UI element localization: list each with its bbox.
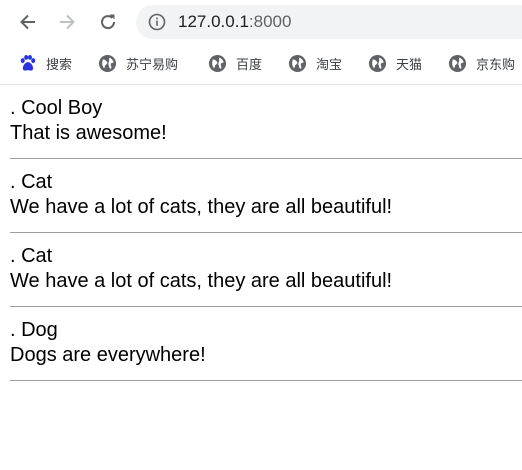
bookmark-baidu[interactable]: 百度: [208, 52, 262, 74]
post-title: . Cat: [10, 171, 53, 193]
back-arrow-icon: [20, 14, 35, 30]
globe-icon: [288, 54, 307, 72]
post-title: . Cat: [10, 245, 53, 267]
globe-icon: [448, 54, 467, 72]
info-icon[interactable]: [148, 13, 166, 31]
bookmark-taobao[interactable]: 淘宝: [288, 52, 342, 74]
post-title: . Cool Boy: [10, 97, 103, 119]
post-item: . Dog Dogs are everywhere!: [10, 307, 522, 381]
url-host: 127.0.0.1: [178, 12, 249, 31]
bookmark-label: 百度: [236, 57, 263, 73]
address-bar[interactable]: 127.0.0.1:8000: [136, 5, 522, 39]
back-button[interactable]: [16, 10, 40, 34]
bookmark-jd[interactable]: 京东购: [448, 52, 515, 74]
post-item: . Cat We have a lot of cats, they are al…: [10, 159, 522, 233]
bookmark-label: 天猫: [396, 57, 423, 73]
reload-icon: [101, 14, 116, 30]
post-item: . Cat We have a lot of cats, they are al…: [10, 233, 522, 307]
page-content: . Cool Boy That is awesome! . Cat We hav…: [10, 85, 522, 381]
post-body: That is awesome!: [10, 122, 167, 144]
reload-button[interactable]: [96, 10, 120, 34]
bookmark-label: 搜索: [46, 57, 73, 73]
url-port: :8000: [248, 12, 292, 31]
bookmark-label: 淘宝: [316, 57, 343, 73]
bookmark-search[interactable]: 搜索: [18, 52, 72, 74]
globe-icon: [208, 54, 227, 72]
bookmark-tmall[interactable]: 天猫: [368, 52, 422, 74]
bookmark-label: 京东购: [476, 57, 516, 73]
browser-toolbar: 127.0.0.1:8000: [0, 0, 522, 44]
post-divider: [10, 380, 522, 381]
globe-icon: [98, 54, 117, 72]
post-title: . Dog: [10, 319, 58, 341]
forward-arrow-icon: [60, 14, 75, 30]
post-body: We have a lot of cats, they are all beau…: [10, 196, 393, 218]
baidu-paw-icon: [20, 54, 36, 71]
forward-button[interactable]: [55, 10, 79, 34]
url-text[interactable]: 127.0.0.1:8000: [178, 5, 291, 39]
post-body: We have a lot of cats, they are all beau…: [10, 270, 393, 292]
bookmarks-bar: 搜索 苏宁易购 百度 淘宝 天猫 京东购: [0, 44, 522, 85]
post-body: Dogs are everywhere!: [10, 344, 206, 366]
globe-icon: [368, 54, 387, 72]
post-item: . Cool Boy That is awesome!: [10, 85, 522, 159]
bookmark-suning[interactable]: 苏宁易购: [98, 52, 178, 74]
bookmark-label: 苏宁易购: [126, 57, 179, 73]
